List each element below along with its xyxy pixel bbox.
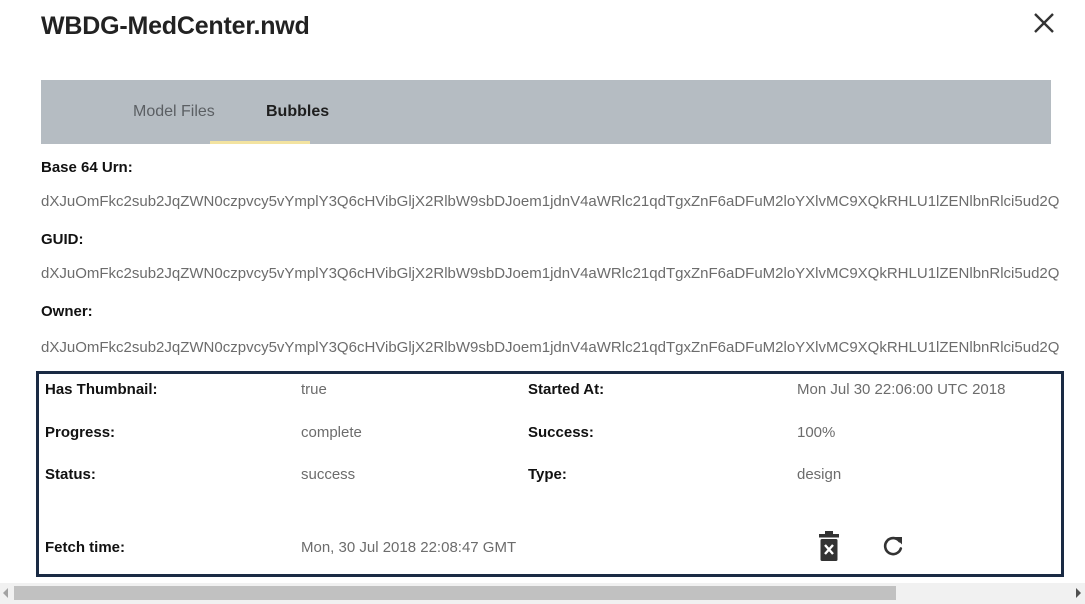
refresh-icon[interactable] — [882, 535, 904, 557]
tab-model-files[interactable]: Model Files — [133, 80, 215, 144]
horizontal-scrollbar[interactable] — [0, 583, 1085, 604]
progress-label: Progress: — [45, 424, 116, 441]
tab-bubbles[interactable]: Bubbles — [266, 80, 329, 144]
has-thumbnail-value: true — [301, 381, 327, 398]
scrollbar-thumb[interactable] — [14, 586, 896, 600]
started-at-label: Started At: — [528, 381, 605, 398]
fetch-time-label: Fetch time: — [45, 539, 126, 556]
success-label: Success: — [528, 424, 594, 441]
close-button[interactable] — [1029, 8, 1059, 38]
progress-value: complete — [301, 424, 362, 441]
urn-value: dXJuOmFkc2sub2JqZWN0czpvcy5vYmplY3Q6cHVi… — [41, 193, 1060, 210]
refresh-button[interactable] — [882, 535, 904, 562]
delete-button[interactable] — [818, 530, 840, 567]
has-thumbnail-label: Has Thumbnail: — [45, 381, 158, 398]
type-value: design — [797, 466, 842, 483]
active-tab-indicator — [210, 141, 310, 144]
started-at-value: Mon Jul 30 22:06:00 UTC 2018 — [797, 381, 1006, 398]
guid-label: GUID: — [41, 231, 84, 248]
success-value: 100% — [797, 424, 836, 441]
close-icon[interactable] — [1029, 8, 1059, 38]
type-label: Type: — [528, 466, 567, 483]
guid-value: dXJuOmFkc2sub2JqZWN0czpvcy5vYmplY3Q6cHVi… — [41, 265, 1060, 282]
fetch-time-value: Mon, 30 Jul 2018 22:08:47 GMT — [301, 539, 517, 556]
dialog-title: WBDG-MedCenter.nwd — [41, 12, 310, 40]
urn-label: Base 64 Urn: — [41, 159, 133, 176]
scroll-left-icon[interactable] — [3, 588, 8, 598]
owner-label: Owner: — [41, 303, 93, 320]
status-value: success — [301, 466, 356, 483]
owner-value: dXJuOmFkc2sub2JqZWN0czpvcy5vYmplY3Q6cHVi… — [41, 339, 1060, 356]
delete-icon[interactable] — [818, 530, 840, 562]
tab-bar: Model Files Bubbles — [41, 80, 1051, 144]
scroll-right-icon[interactable] — [1076, 588, 1081, 598]
status-label: Status: — [45, 466, 96, 483]
